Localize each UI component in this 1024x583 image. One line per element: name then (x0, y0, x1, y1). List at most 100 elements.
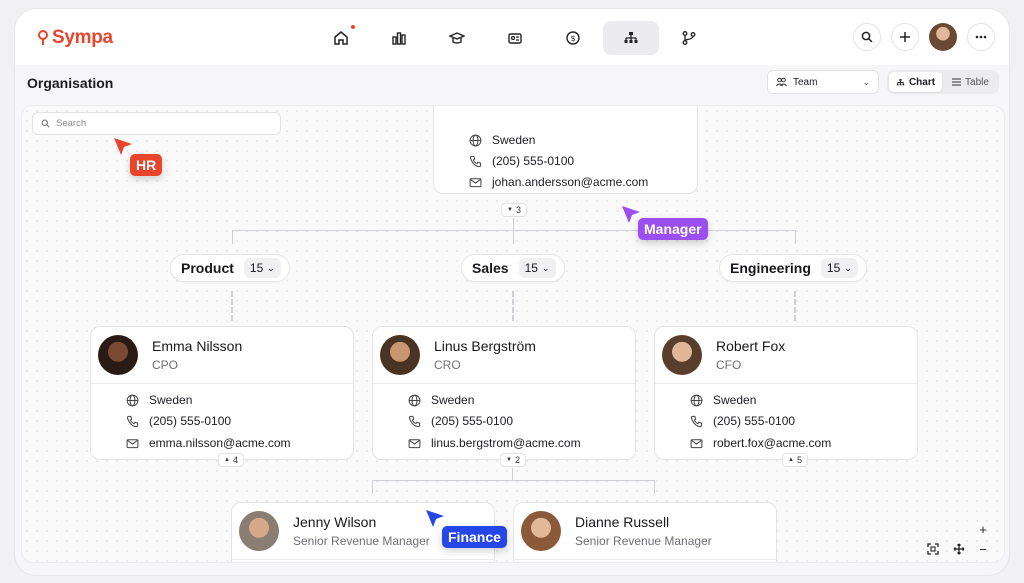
org-chart-canvas[interactable]: Search Sweden (205) 555-0100 johan.ander… (21, 105, 1005, 563)
search-placeholder: Search (56, 118, 87, 129)
logo[interactable]: Sympa (37, 27, 113, 49)
notification-dot (351, 25, 355, 29)
cursor-label-manager: Manager (638, 218, 708, 240)
dashed-connector (512, 291, 514, 321)
top-nav: Sympa $ (15, 9, 1009, 65)
reports-toggle[interactable]: ▲ 5 (782, 453, 808, 467)
connector-line (654, 480, 655, 494)
team-icon (776, 77, 787, 87)
connector-line (512, 468, 513, 480)
chevron-down-icon: ⌄ (862, 76, 870, 87)
search-input[interactable]: Search (32, 112, 281, 135)
search-button[interactable] (853, 23, 881, 51)
department-count-badge[interactable]: 15 ⌄ (820, 258, 858, 278)
email-row: emma.nilsson@acme.com (126, 436, 291, 450)
country-row: Sweden (408, 393, 474, 407)
plus-icon (900, 32, 910, 42)
team-select-value: Team (793, 76, 818, 88)
dashed-connector (794, 291, 796, 321)
connector-line (513, 230, 514, 244)
view-toggle: Chart Table (887, 70, 999, 94)
globe-icon (408, 394, 421, 406)
nav-payroll-button[interactable]: $ (545, 21, 601, 55)
svg-text:$: $ (570, 34, 575, 43)
department-pill-sales[interactable]: Sales 15 ⌄ (461, 254, 565, 282)
org-chart-icon (896, 78, 905, 85)
main-nav: $ (313, 21, 717, 55)
nav-workflows-button[interactable] (661, 21, 717, 55)
org-chart-icon (624, 32, 638, 43)
page-header: Organisation Team ⌄ Chart Table (15, 65, 1009, 105)
phone-icon (126, 415, 139, 427)
branch-icon (682, 31, 696, 45)
avatar (239, 511, 279, 551)
person-card-dianne-russell[interactable]: Dianne Russell Senior Revenue Manager (513, 502, 777, 562)
table-view-label: Table (965, 76, 989, 88)
zoom-out-button[interactable]: − (972, 538, 994, 560)
more-dots-icon (975, 35, 987, 39)
expand-arrow-icon: ▲ (788, 457, 794, 463)
table-view-button[interactable]: Table (944, 72, 997, 92)
avatar (521, 511, 561, 551)
search-icon (861, 31, 873, 43)
header-actions (853, 23, 995, 51)
person-card-emma-nilsson[interactable]: Emma Nilsson CPO Sweden (205) 555-0100 e… (90, 326, 354, 460)
nav-learning-button[interactable] (429, 21, 485, 55)
chart-view-button[interactable]: Chart (889, 72, 942, 92)
connector-line (513, 218, 514, 230)
cursor-label-hr: HR (130, 154, 163, 176)
nav-home-button[interactable] (313, 21, 369, 55)
country-row: Sweden (469, 133, 535, 147)
phone-row: (205) 555-0100 (469, 154, 574, 168)
reports-toggle[interactable]: ▼ 3 (501, 203, 527, 217)
connector-line (372, 480, 655, 481)
person-card-robert-fox[interactable]: Robert Fox CFO Sweden (205) 555-0100 rob… (654, 326, 918, 460)
more-button[interactable] (967, 23, 995, 51)
id-card-icon (508, 33, 522, 44)
move-icon (953, 543, 965, 555)
person-card-linus-bergstrom[interactable]: Linus Bergström CRO Sweden (205) 555-010… (372, 326, 636, 460)
dollar-icon: $ (566, 31, 580, 45)
mail-icon (126, 438, 139, 448)
connector-line (232, 230, 233, 244)
country-row: Sweden (690, 393, 756, 407)
chevron-down-icon: ⌄ (267, 262, 275, 273)
pan-button[interactable] (948, 538, 970, 560)
phone-row: (205) 555-0100 (126, 414, 231, 428)
globe-icon (469, 134, 482, 146)
zoom-in-button[interactable]: + (972, 518, 994, 540)
add-button[interactable] (891, 23, 919, 51)
collapse-arrow-icon: ▼ (507, 207, 513, 213)
home-icon (334, 31, 348, 45)
phone-icon (469, 155, 482, 167)
mail-icon (469, 177, 482, 187)
user-avatar[interactable] (929, 23, 957, 51)
email-row: johan.andersson@acme.com (469, 175, 648, 189)
fit-view-button[interactable] (922, 538, 944, 560)
mail-icon (690, 438, 703, 448)
avatar (662, 335, 702, 375)
phone-icon (690, 415, 703, 427)
connector-line (372, 480, 373, 494)
nav-analytics-button[interactable] (371, 21, 427, 55)
department-count-badge[interactable]: 15 ⌄ (518, 258, 556, 278)
email-row: robert.fox@acme.com (690, 436, 831, 450)
department-count-badge[interactable]: 15 ⌄ (243, 258, 281, 278)
chevron-down-icon: ⌄ (541, 262, 550, 273)
reports-toggle[interactable]: ▲ 4 (218, 453, 244, 467)
department-pill-product[interactable]: Product 15 ⌄ (170, 254, 290, 282)
list-icon (952, 78, 962, 86)
team-select[interactable]: Team ⌄ (767, 70, 879, 94)
nav-organisation-button[interactable] (603, 21, 659, 55)
person-card-top[interactable]: Sweden (205) 555-0100 johan.andersson@ac… (433, 106, 698, 194)
cursor-label-finance: Finance (442, 526, 507, 548)
dashed-connector (231, 291, 233, 321)
collapse-arrow-icon: ▼ (506, 457, 512, 463)
department-pill-engineering[interactable]: Engineering 15 ⌄ (719, 254, 867, 282)
email-row: linus.bergstrom@acme.com (408, 436, 581, 450)
reports-toggle[interactable]: ▼ 2 (500, 453, 526, 467)
nav-people-button[interactable] (487, 21, 543, 55)
phone-row: (205) 555-0100 (690, 414, 795, 428)
country-row: Sweden (126, 393, 192, 407)
globe-icon (126, 394, 139, 406)
